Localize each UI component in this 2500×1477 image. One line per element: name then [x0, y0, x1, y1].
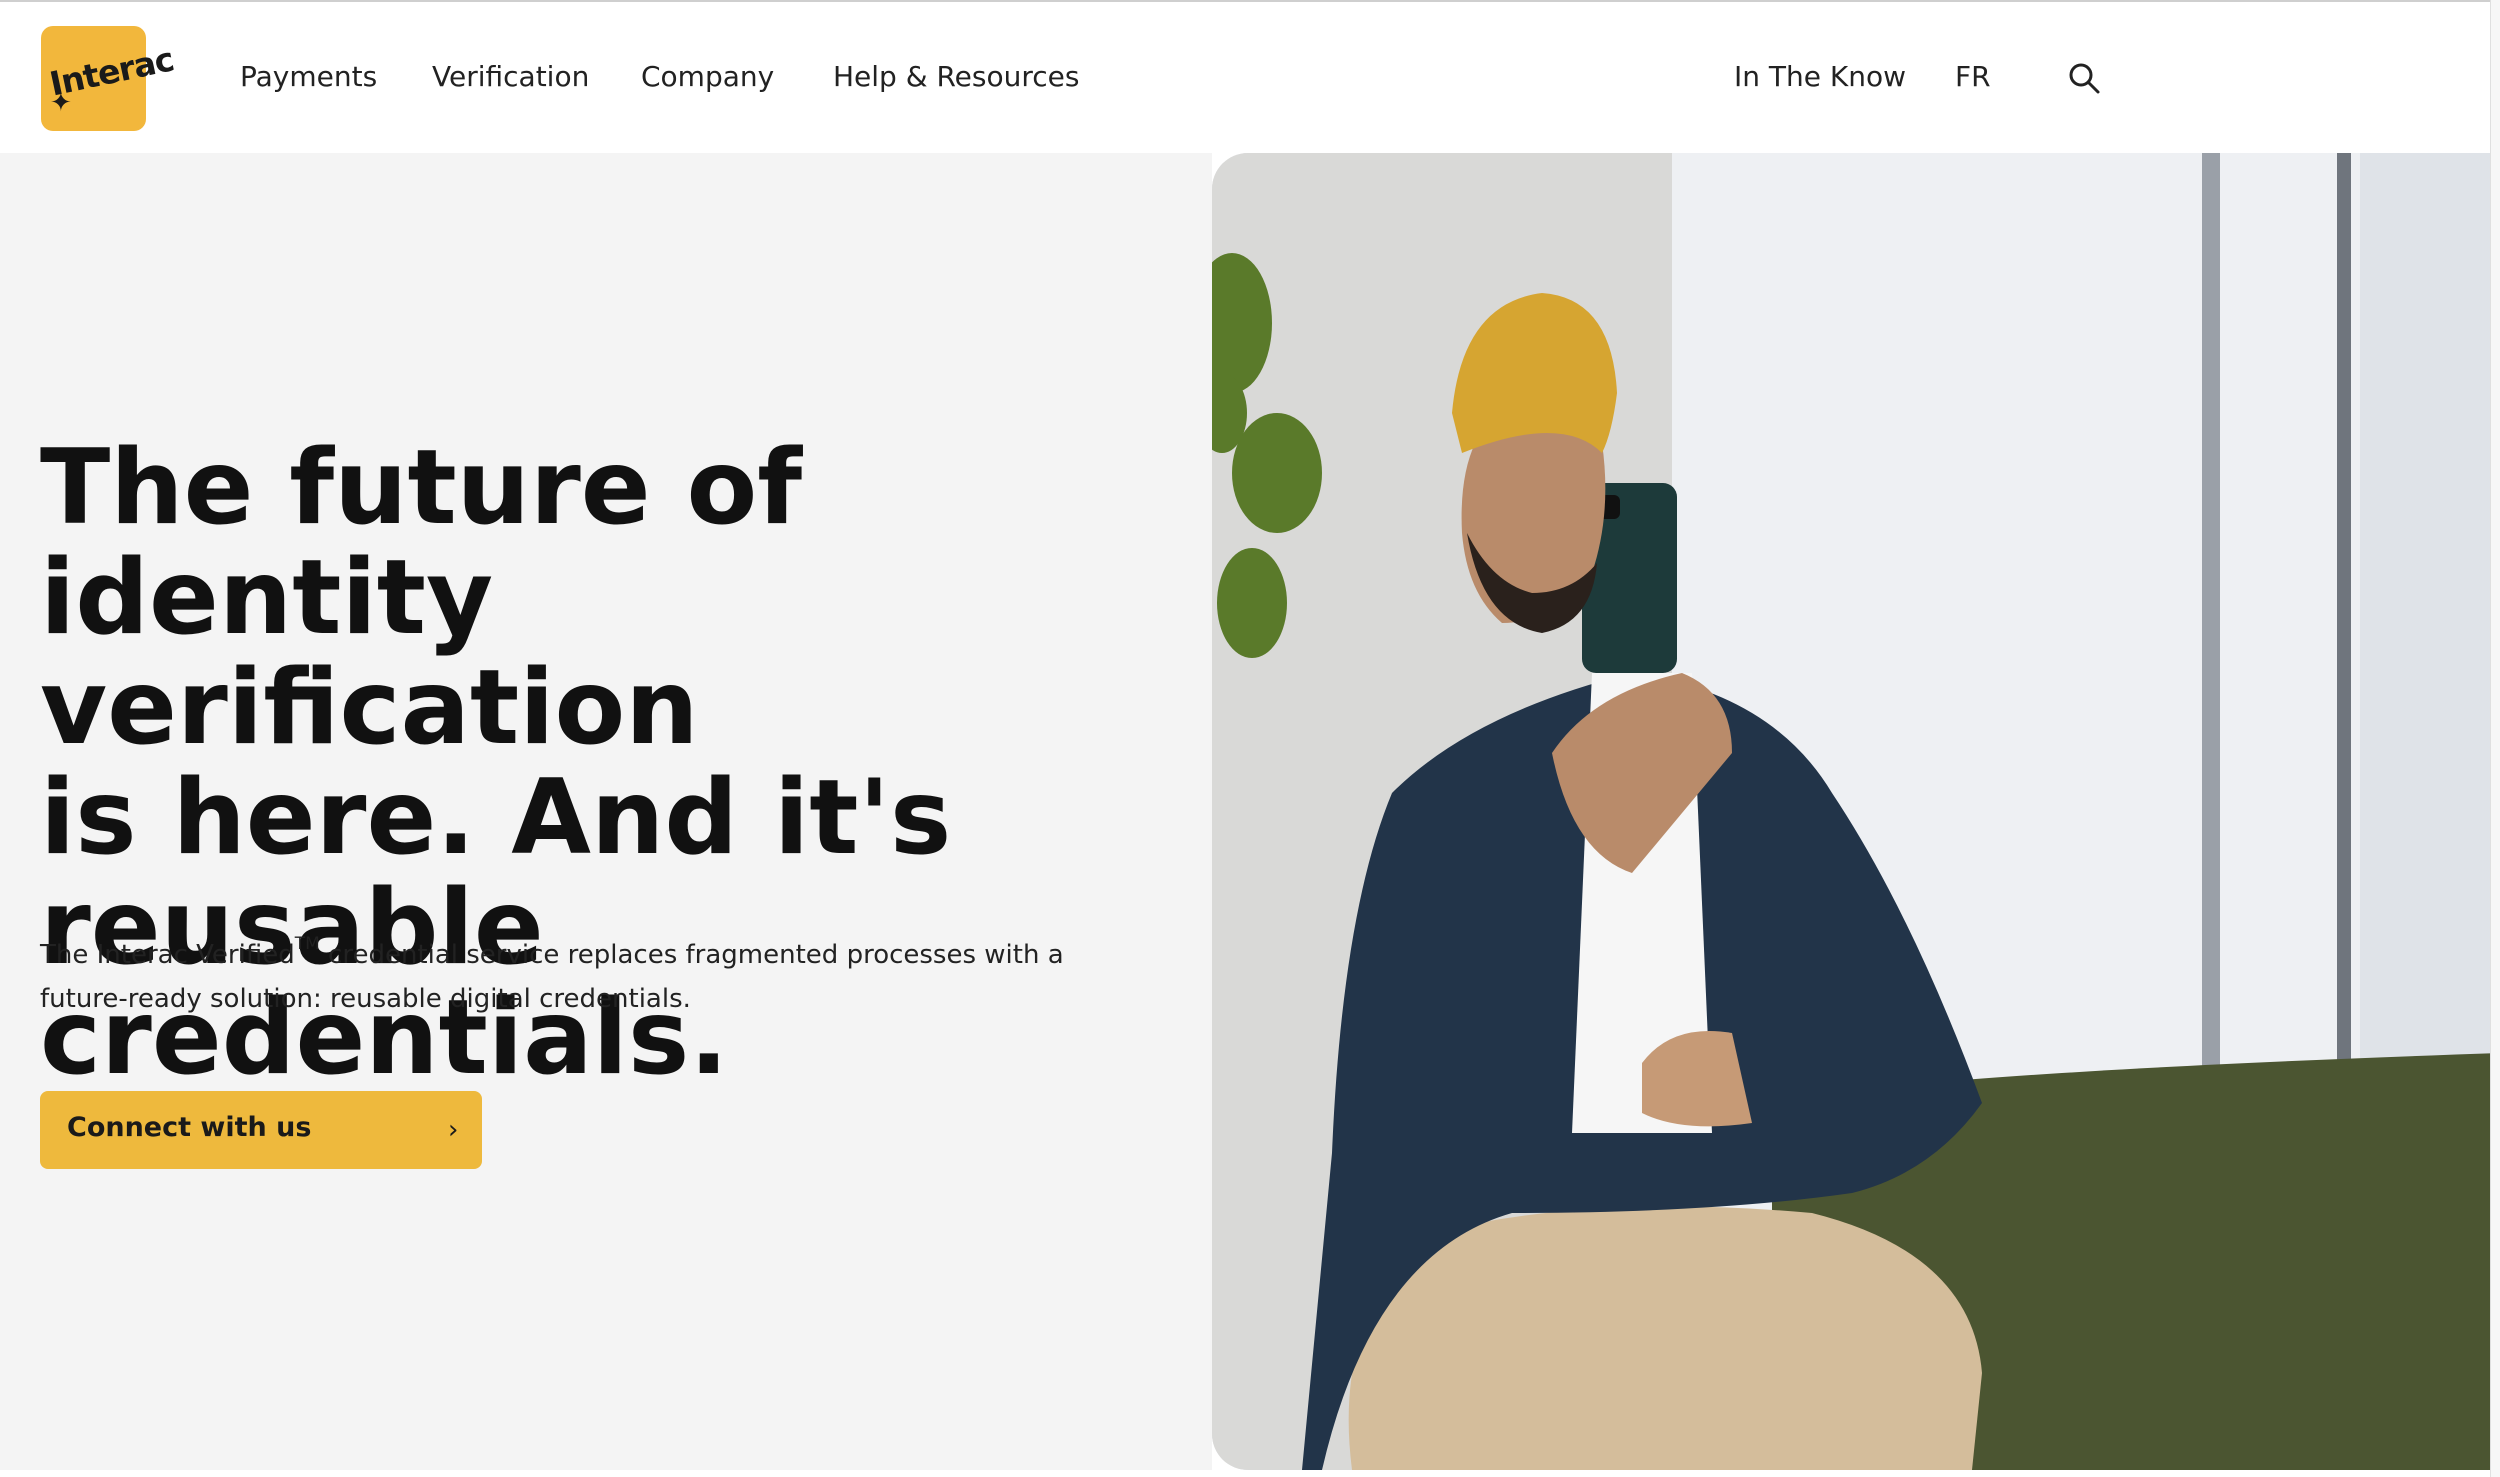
chevron-right-icon: › — [448, 1115, 459, 1145]
nav-item-payments[interactable]: Payments — [240, 60, 377, 93]
hero-section: The future of identity verification is h… — [0, 153, 1212, 1470]
description-text-start: The Interac Verified — [40, 940, 295, 970]
trademark-mark: TM — [294, 934, 320, 954]
headline-line-2: identity verification — [40, 538, 699, 768]
maple-leaf-icon: ✦ — [50, 88, 72, 118]
scrollbar-track[interactable] — [2490, 0, 2500, 1477]
hero-description: The Interac VerifiedTM credential servic… — [40, 933, 1080, 1021]
cta-label: Connect with us — [67, 1112, 312, 1143]
headline-line-1: The future of — [40, 428, 803, 548]
site-header: Interac ✦ Payments Verification Company … — [0, 2, 2500, 153]
headline-line-3: is here. And it's — [40, 758, 952, 878]
hero-photo — [1212, 153, 2500, 1470]
interac-logo[interactable]: Interac ✦ — [41, 26, 177, 131]
nav-item-in-the-know[interactable]: In The Know — [1734, 60, 1906, 93]
search-button[interactable] — [2066, 60, 2102, 96]
hero-photo-illustration — [1212, 153, 2500, 1470]
nav-item-verification[interactable]: Verification — [432, 60, 589, 93]
nav-item-company[interactable]: Company — [641, 60, 774, 93]
connect-with-us-button[interactable]: Connect with us › — [40, 1091, 482, 1169]
nav-item-help-resources[interactable]: Help & Resources — [833, 60, 1079, 93]
search-icon — [2069, 63, 2100, 94]
language-toggle-fr[interactable]: FR — [1955, 60, 1991, 93]
